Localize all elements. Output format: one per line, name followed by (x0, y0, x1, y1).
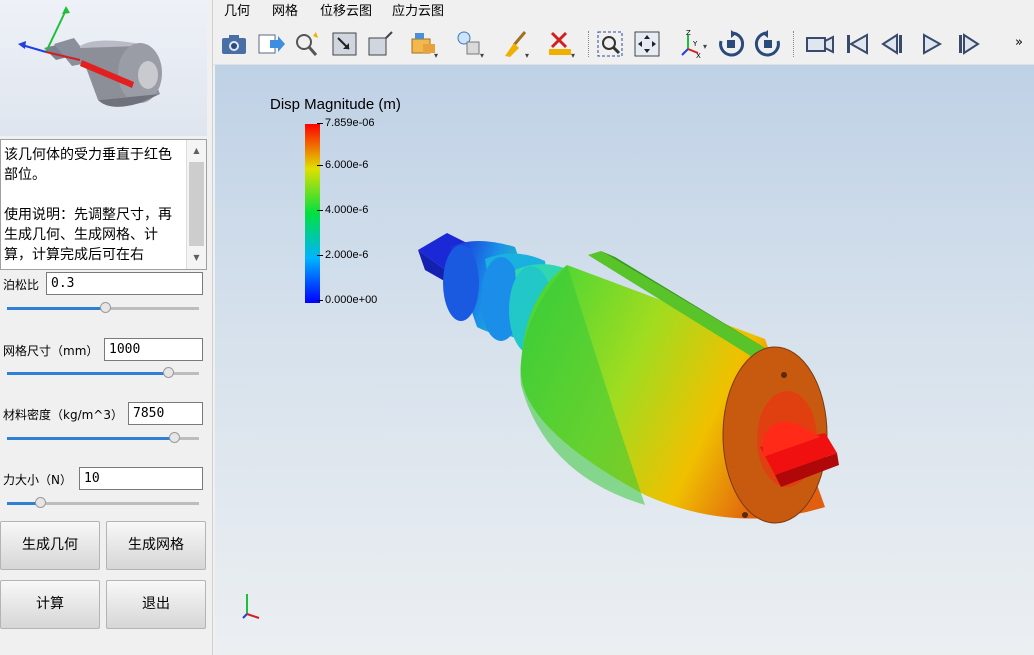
toolbar-separator (588, 31, 590, 57)
first-frame-icon[interactable] (842, 29, 872, 59)
next-frame-icon[interactable] (953, 29, 983, 59)
scroll-down-icon[interactable]: ▼ (188, 248, 205, 268)
svg-text:▾: ▾ (480, 51, 484, 59)
camera-icon[interactable] (219, 29, 249, 59)
preview-cylinder-image (18, 6, 162, 107)
orientation-axes-icon (242, 594, 260, 619)
gen-geometry-button[interactable]: 生成几何 (0, 521, 100, 570)
gen-mesh-button[interactable]: 生成网格 (106, 521, 206, 570)
force-label: 力大小（N） (3, 473, 72, 487)
svg-text:▾: ▾ (434, 51, 438, 59)
compute-button[interactable]: 计算 (0, 580, 100, 629)
open-folder-icon[interactable]: ▾ (409, 29, 439, 59)
density-slider[interactable] (7, 432, 199, 444)
poisson-label: 泊松比 (3, 278, 40, 292)
tab-stress[interactable]: 应力云图 (390, 0, 446, 23)
play-icon[interactable] (916, 29, 946, 59)
density-input[interactable] (128, 402, 203, 425)
clear-brush-icon[interactable]: ▾ (501, 29, 531, 59)
tab-displacement[interactable]: 位移云图 (316, 0, 376, 23)
svg-text:▾: ▾ (571, 51, 575, 59)
export-icon[interactable] (256, 29, 286, 59)
density-label: 材料密度（kg/m^3） (3, 408, 123, 422)
toolbar-overflow-button[interactable]: » (1015, 35, 1023, 50)
poisson-slider[interactable] (7, 302, 199, 314)
toolbar: ▾ ▾ ▾ ▾ Z Y X ▾ » (213, 23, 1034, 65)
mesh-size-label: 网格尺寸（mm） (3, 344, 99, 358)
3d-viewport[interactable]: Disp Magnitude (m) 7.859e-06 6.000e-6 4.… (215, 65, 1034, 655)
svg-text:Y: Y (692, 40, 698, 48)
prev-frame-icon[interactable] (879, 29, 909, 59)
control-panel: 该几何体的受力垂直于红色部位。 使用说明：先调整尺寸，再生成几何、生成网格、计算… (0, 0, 213, 655)
axes-icon[interactable]: ZYX▾ (678, 29, 708, 59)
rotate-ccw-icon[interactable] (753, 29, 783, 59)
svg-text:X: X (696, 52, 701, 59)
light-icon[interactable]: ▾ (455, 29, 485, 59)
svg-text:Z: Z (686, 29, 691, 37)
scroll-up-icon[interactable]: ▲ (188, 141, 205, 161)
density-slider-handle[interactable] (169, 432, 181, 443)
force-input[interactable] (79, 467, 203, 490)
geometry-preview (0, 0, 207, 136)
fit-all-icon[interactable] (632, 29, 662, 59)
delete-mesh-icon[interactable]: ▾ (546, 29, 576, 59)
scrollbar-thumb[interactable] (189, 162, 204, 246)
displacement-model (418, 233, 839, 524)
poisson-input[interactable] (46, 272, 203, 295)
svg-text:▾: ▾ (703, 42, 707, 51)
svg-text:▾: ▾ (525, 51, 529, 59)
mesh-size-input[interactable] (104, 338, 203, 361)
tab-mesh[interactable]: 网格 (268, 0, 302, 23)
description-text: 该几何体的受力垂直于红色部位。 使用说明：先调整尺寸，再生成几何、生成网格、计算… (4, 147, 172, 263)
toolbar-separator (793, 31, 795, 57)
description-scrollbar[interactable]: ▲ ▼ (186, 140, 206, 269)
zoom-magic-icon[interactable] (292, 29, 322, 59)
video-icon[interactable] (805, 29, 835, 59)
mesh-size-slider-handle[interactable] (163, 367, 175, 378)
view-box-icon[interactable] (366, 29, 396, 59)
zoom-box-icon[interactable] (595, 29, 625, 59)
poisson-slider-handle[interactable] (99, 302, 111, 313)
mesh-size-slider[interactable] (7, 367, 199, 379)
force-slider[interactable] (7, 497, 199, 509)
exit-button[interactable]: 退出 (106, 580, 206, 629)
menu-tabs: 几何 网格 位移云图 应力云图 (213, 0, 1034, 23)
description-box[interactable]: 该几何体的受力垂直于红色部位。 使用说明：先调整尺寸，再生成几何、生成网格、计算… (0, 139, 207, 270)
tab-geometry[interactable]: 几何 (220, 0, 254, 23)
view-fit-icon[interactable] (330, 29, 360, 59)
rotate-cw-icon[interactable] (716, 29, 746, 59)
force-slider-handle[interactable] (34, 497, 46, 508)
